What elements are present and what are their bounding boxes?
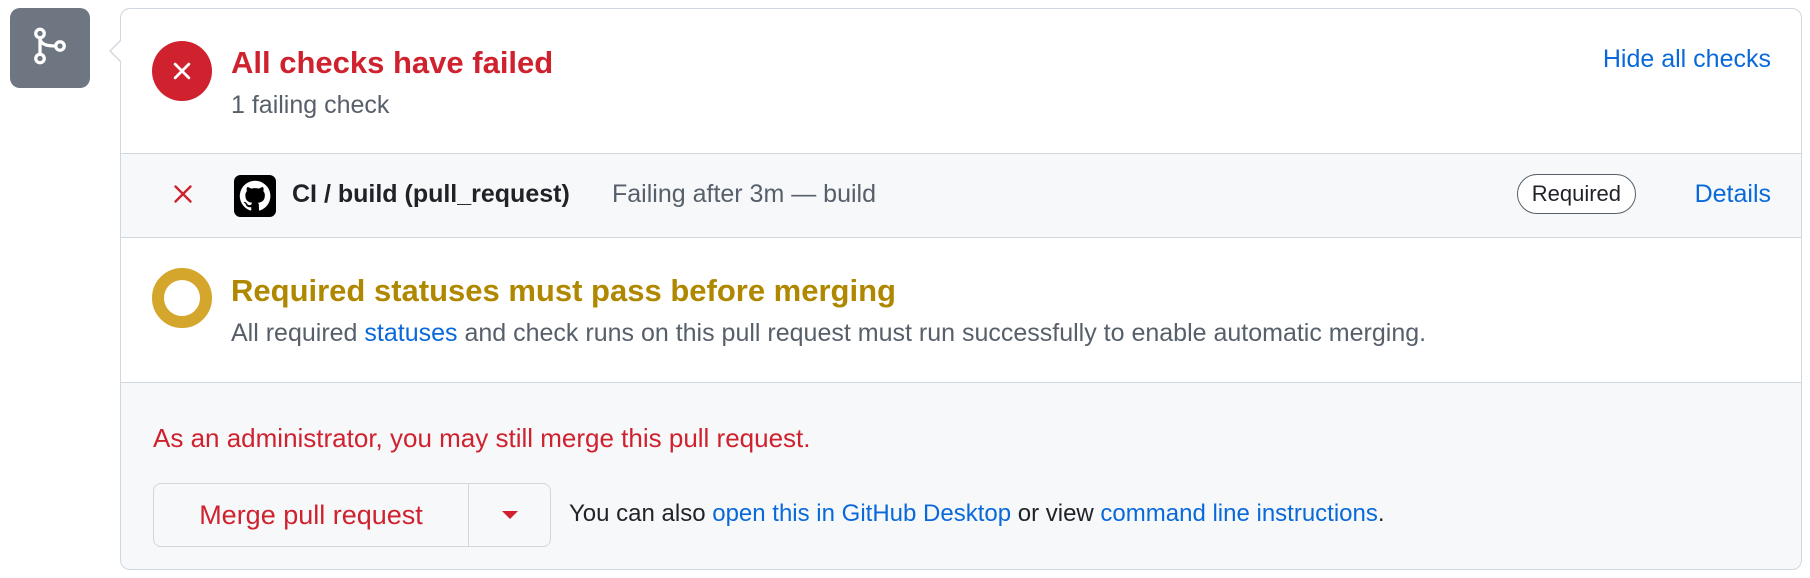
x-icon: [171, 182, 195, 206]
checks-status-subtitle: 1 failing check: [231, 91, 390, 119]
statuses-link[interactable]: statuses: [364, 319, 457, 347]
git-merge-icon: [30, 26, 70, 71]
required-statuses-title: Required statuses must pass before mergi…: [231, 273, 896, 308]
required-statuses-section: Required statuses must pass before mergi…: [121, 238, 1801, 382]
required-text-before: All required: [231, 319, 365, 347]
check-name: CI / build (pull_request): [292, 180, 570, 208]
required-text-after: and check runs on this pull request must…: [457, 319, 1427, 347]
merge-alternatives-hint: You can also open this in GitHub Desktop…: [569, 500, 1385, 528]
github-logo-icon: [234, 175, 276, 217]
x-circle-icon: [152, 41, 212, 101]
merge-box: All checks have failed 1 failing check H…: [109, 8, 1802, 570]
command-line-instructions-link[interactable]: command line instructions: [1100, 500, 1377, 527]
check-details-link[interactable]: Details: [1695, 180, 1771, 209]
merge-section: As an administrator, you may still merge…: [121, 382, 1801, 569]
hint-text-after: .: [1377, 500, 1385, 527]
checks-summary: All checks have failed 1 failing check H…: [121, 9, 1801, 153]
merge-pull-request-button[interactable]: Merge pull request: [154, 484, 469, 546]
pending-ring-icon: [152, 268, 212, 328]
open-github-desktop-link[interactable]: open this in GitHub Desktop: [712, 500, 1011, 527]
hint-text-before: You can also: [569, 500, 713, 527]
checks-status-title: All checks have failed: [231, 45, 554, 80]
merge-button-group: Merge pull request: [153, 483, 551, 547]
merge-status-icon-box: [10, 8, 90, 88]
triangle-down-icon: [501, 511, 518, 519]
hint-text-middle: or view: [1011, 500, 1101, 527]
check-row: CI / build (pull_request) Failing after …: [121, 153, 1801, 238]
required-statuses-text: All required statuses and check runs on …: [231, 319, 1426, 348]
admin-merge-note: As an administrator, you may still merge…: [153, 423, 811, 453]
check-description: Failing after 3m — build: [612, 180, 877, 208]
merge-method-dropdown-button[interactable]: [469, 484, 550, 546]
hide-all-checks-link[interactable]: Hide all checks: [1603, 45, 1771, 74]
required-badge: Required: [1516, 174, 1636, 214]
